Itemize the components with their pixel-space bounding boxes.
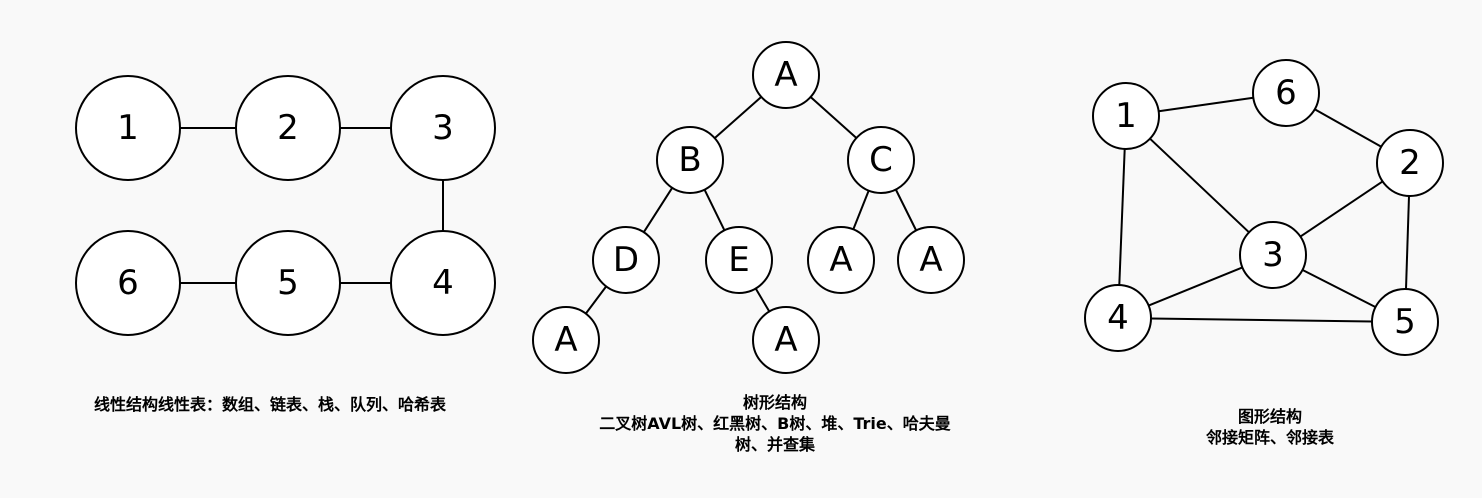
tree-node-da: A: [532, 306, 600, 374]
tree-edge-c-ca: [852, 190, 870, 230]
graph-edge-g2-g3: [1299, 180, 1384, 238]
svg-text:5: 5: [1394, 302, 1416, 342]
tree-edge-b-e: [703, 189, 726, 231]
tree-node-cb: A: [897, 226, 965, 294]
graph-node-5: 5: [1371, 288, 1439, 356]
graph-edge-g4-g5: [1150, 317, 1373, 323]
tree-caption-title: 树形结构: [742, 393, 807, 412]
tree-node-d: D: [592, 226, 660, 294]
svg-text:1: 1: [117, 108, 139, 148]
tree-node-a: A: [752, 41, 820, 109]
tree-edge-b-d: [642, 187, 674, 233]
tree-node-c: C: [847, 126, 915, 194]
svg-text:5: 5: [277, 263, 299, 303]
graph-caption-line2: 邻接矩阵、邻接表: [1205, 428, 1334, 447]
graph-node-6: 6: [1252, 59, 1320, 127]
tree-caption-line3: 树、并查集: [734, 435, 815, 454]
linear-node-4: 4: [390, 230, 496, 336]
svg-text:6: 6: [1275, 73, 1297, 113]
graph-edge-g3-g5: [1301, 269, 1377, 308]
svg-text:3: 3: [432, 108, 454, 148]
linear-node-1: 1: [75, 75, 181, 181]
svg-text:2: 2: [1399, 143, 1421, 183]
tree-edge-d-da: [584, 285, 608, 315]
graph-caption: 图形结构 邻接矩阵、邻接表: [1130, 406, 1410, 448]
linear-node-2: 2: [235, 75, 341, 181]
linear-caption: 线性结构线性表：数组、链表、栈、队列、哈希表: [30, 394, 510, 415]
linear-caption-text: 线性结构线性表：数组、链表、栈、队列、哈希表: [93, 395, 446, 414]
graph-node-4: 4: [1084, 284, 1152, 352]
svg-text:E: E: [728, 240, 749, 280]
tree-node-ca: A: [807, 226, 875, 294]
svg-text:B: B: [678, 140, 701, 180]
graph-edge-g6-g2: [1314, 108, 1382, 148]
tree-edge-e-ea: [754, 287, 771, 313]
linear-node-5: 5: [235, 230, 341, 336]
svg-text:C: C: [869, 140, 893, 180]
svg-text:1: 1: [1115, 96, 1137, 136]
tree-node-e: E: [705, 226, 773, 294]
graph-edge-g1-g6: [1158, 96, 1254, 113]
svg-text:A: A: [774, 320, 797, 360]
graph-edge-g1-g3: [1149, 137, 1250, 234]
linear-node-6: 6: [75, 230, 181, 336]
edges-layer: [180, 96, 1410, 323]
svg-text:6: 6: [117, 263, 139, 303]
tree-edge-a-b: [714, 96, 762, 139]
svg-text:A: A: [829, 240, 852, 280]
graph-edge-g1-g4: [1118, 148, 1126, 286]
graph-edge-g2-g5: [1405, 195, 1410, 290]
svg-text:3: 3: [1262, 235, 1284, 275]
graph-node-3: 3: [1239, 221, 1307, 289]
tree-edge-a-c: [809, 96, 858, 139]
graph-node-2: 2: [1376, 129, 1444, 197]
tree-caption: 树形结构 二叉树AVL树、红黑树、B树、堆、Trie、哈夫曼 树、并查集: [510, 392, 1040, 455]
svg-text:A: A: [919, 240, 942, 280]
svg-text:2: 2: [277, 108, 299, 148]
svg-text:4: 4: [432, 263, 454, 303]
graph-edge-g3-g4: [1148, 266, 1243, 307]
tree-edge-c-cb: [894, 189, 918, 231]
svg-text:4: 4: [1107, 298, 1129, 338]
linear-node-3: 3: [390, 75, 496, 181]
svg-text:A: A: [774, 55, 797, 95]
svg-text:D: D: [613, 240, 639, 280]
graph-caption-title: 图形结构: [1237, 407, 1302, 426]
tree-caption-line2: 二叉树AVL树、红黑树、B树、堆、Trie、哈夫曼: [599, 414, 951, 433]
graph-node-1: 1: [1092, 82, 1160, 150]
tree-node-b: B: [656, 126, 724, 194]
tree-node-ea: A: [752, 306, 820, 374]
svg-text:A: A: [554, 320, 577, 360]
